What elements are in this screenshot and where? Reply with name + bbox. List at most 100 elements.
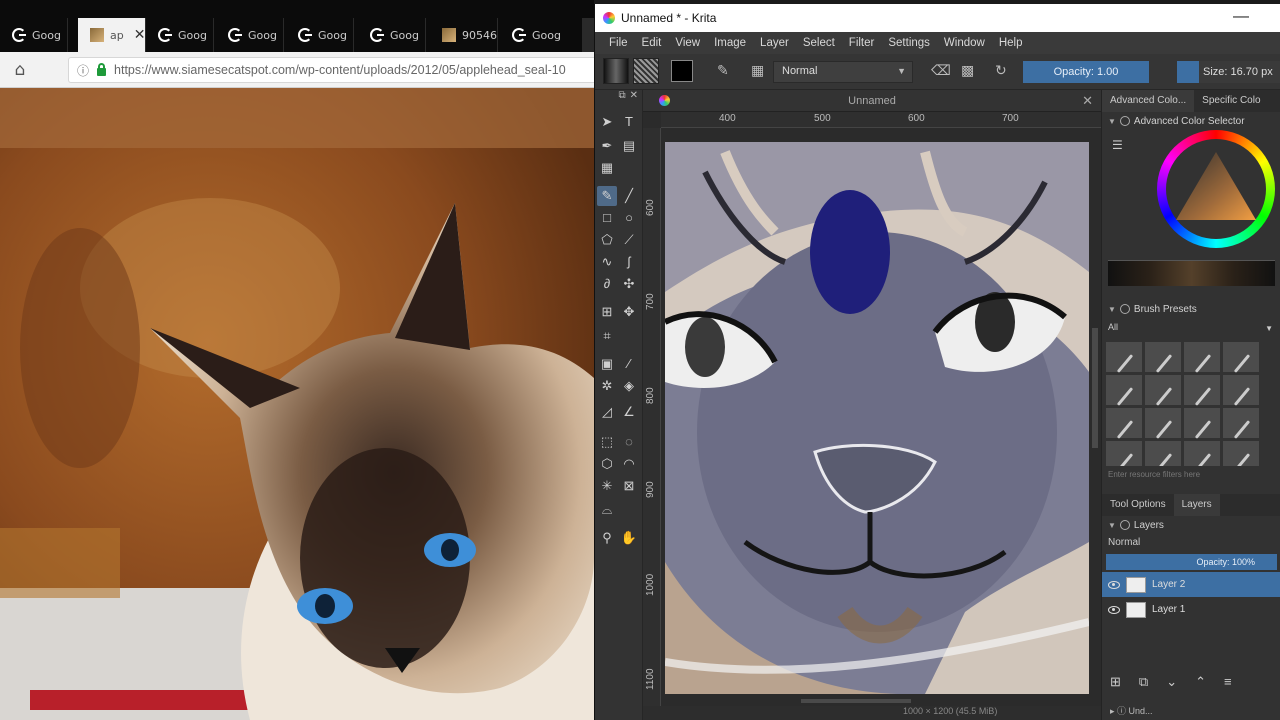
brush-preset[interactable] bbox=[1145, 441, 1181, 466]
close-tab-icon[interactable]: ✕ bbox=[134, 27, 145, 43]
edit-shape-tool-icon[interactable]: ✒ bbox=[597, 136, 617, 156]
menu-settings[interactable]: Settings bbox=[882, 37, 938, 49]
size-slider[interactable]: Size: 16.70 px bbox=[1177, 61, 1280, 83]
brush-preset[interactable] bbox=[1184, 441, 1220, 466]
window-minimize-icon[interactable]: — bbox=[1233, 8, 1249, 26]
menu-layer[interactable]: Layer bbox=[754, 37, 797, 49]
menu-select[interactable]: Select bbox=[797, 37, 843, 49]
layer-properties-icon[interactable]: ≡ bbox=[1224, 674, 1232, 698]
tab-overflow[interactable] bbox=[583, 18, 594, 52]
brush-preset-icon[interactable]: ✎ bbox=[717, 62, 729, 79]
vertical-scrollbar[interactable] bbox=[1089, 128, 1101, 688]
brush-preset[interactable] bbox=[1223, 375, 1259, 405]
ellipse-select-tool-icon[interactable]: ◌ bbox=[619, 432, 639, 452]
pattern-tool-icon[interactable]: ▦ bbox=[597, 158, 617, 178]
bezier-select-tool-icon[interactable]: ⌓ bbox=[597, 500, 617, 520]
brush-preset[interactable] bbox=[1184, 375, 1220, 405]
brush-preset[interactable] bbox=[1106, 441, 1142, 466]
lock-docker-icon[interactable] bbox=[1119, 520, 1130, 530]
contiguous-select-tool-icon[interactable]: ✳ bbox=[597, 476, 617, 496]
browser-tab-active[interactable]: ap ✕ bbox=[78, 18, 146, 52]
info-icon[interactable]: ⓘ bbox=[77, 62, 89, 79]
menu-view[interactable]: View bbox=[669, 37, 708, 49]
visibility-eye-icon[interactable] bbox=[1108, 605, 1120, 614]
tab-tool-options[interactable]: Tool Options bbox=[1102, 494, 1174, 516]
visibility-eye-icon[interactable] bbox=[1108, 580, 1120, 589]
collapse-icon[interactable]: ▼ bbox=[1108, 117, 1116, 126]
move-layer-down-icon[interactable]: ⌄ bbox=[1166, 674, 1177, 698]
freehand-brush-tool-icon[interactable]: ✎ bbox=[597, 186, 617, 206]
preset-search-input[interactable]: Enter resource filters here bbox=[1108, 470, 1275, 484]
color-selector[interactable]: ☰ bbox=[1102, 130, 1280, 260]
multibrush-tool-icon[interactable]: ✣ bbox=[619, 274, 639, 294]
url-text[interactable]: https://www.siamesecatspot.com/wp-conten… bbox=[114, 63, 566, 77]
lock-docker-icon[interactable] bbox=[1119, 304, 1130, 314]
menu-edit[interactable]: Edit bbox=[636, 37, 670, 49]
document-tab-title[interactable]: Unnamed bbox=[643, 95, 1101, 107]
rect-select-tool-icon[interactable]: ⬚ bbox=[597, 432, 617, 452]
menu-help[interactable]: Help bbox=[993, 37, 1031, 49]
measure-tool-icon[interactable]: ∠ bbox=[619, 402, 639, 422]
zoom-tool-icon[interactable]: ⚲ bbox=[597, 528, 617, 548]
brush-preset[interactable] bbox=[1223, 441, 1259, 466]
brush-preset[interactable] bbox=[1184, 342, 1220, 372]
tab-layers[interactable]: Layers bbox=[1173, 494, 1220, 516]
pan-tool-icon[interactable]: ✋ bbox=[619, 528, 639, 548]
polygon-tool-icon[interactable]: ⬠ bbox=[597, 230, 617, 250]
close-icon[interactable]: ✕ bbox=[630, 90, 638, 106]
browser-tab[interactable]: 90546 bbox=[430, 18, 498, 52]
browser-tab[interactable]: Goog bbox=[0, 18, 68, 52]
calligraphy-tool-icon[interactable]: ▤ bbox=[619, 136, 639, 156]
gradient-swatch[interactable] bbox=[603, 58, 629, 84]
menu-window[interactable]: Window bbox=[938, 37, 993, 49]
alpha-lock-icon[interactable]: ▩ bbox=[961, 62, 974, 79]
rectangle-tool-icon[interactable]: □ bbox=[597, 208, 617, 228]
color-shade-strip[interactable] bbox=[1108, 260, 1275, 286]
colorize-mask-tool-icon[interactable]: ✲ bbox=[597, 376, 617, 396]
select-shape-tool-icon[interactable]: ➤ bbox=[597, 112, 617, 132]
brush-preset[interactable] bbox=[1223, 408, 1259, 438]
layer-row[interactable]: Layer 2 bbox=[1102, 572, 1280, 597]
undo-docker-title[interactable]: Und... bbox=[1129, 706, 1153, 716]
menu-filter[interactable]: Filter bbox=[843, 37, 883, 49]
browser-tab[interactable]: Goog bbox=[286, 18, 354, 52]
eraser-icon[interactable]: ⌫ bbox=[931, 62, 951, 79]
foreground-color-swatch[interactable] bbox=[671, 60, 693, 82]
browser-tab[interactable]: Goog bbox=[500, 18, 583, 52]
tab-advanced-color[interactable]: Advanced Colo... bbox=[1102, 90, 1195, 112]
brush-preset[interactable] bbox=[1106, 342, 1142, 372]
move-tool-icon[interactable]: ✥ bbox=[619, 302, 639, 322]
preset-tag-filter[interactable]: All ▼ bbox=[1108, 322, 1275, 338]
horizontal-scrollbar[interactable] bbox=[661, 696, 1089, 706]
home-icon[interactable]: ⌂ bbox=[10, 60, 30, 80]
transform-tool-icon[interactable]: ⊞ bbox=[597, 302, 617, 322]
layer-blend-mode-select[interactable]: Normal bbox=[1102, 534, 1280, 552]
crop-tool-icon[interactable]: ⌗ bbox=[597, 326, 617, 346]
saturation-value-triangle[interactable] bbox=[1174, 148, 1258, 224]
freehand-select-tool-icon[interactable]: ◠ bbox=[619, 454, 639, 474]
float-icon[interactable]: ⧉ bbox=[618, 90, 625, 106]
brush-editor-icon[interactable]: ▦ bbox=[751, 62, 764, 79]
text-tool-icon[interactable]: T bbox=[619, 112, 639, 132]
assistant-tool-icon[interactable]: ◿ bbox=[597, 402, 617, 422]
opacity-slider[interactable]: Opacity: 1.00 bbox=[1023, 61, 1149, 83]
duplicate-layer-icon[interactable]: ⧉ bbox=[1139, 674, 1148, 698]
brush-preset[interactable] bbox=[1184, 408, 1220, 438]
brush-preset[interactable] bbox=[1223, 342, 1259, 372]
menu-image[interactable]: Image bbox=[708, 37, 754, 49]
brush-preset[interactable] bbox=[1106, 375, 1142, 405]
tab-specific-color[interactable]: Specific Colo bbox=[1194, 90, 1268, 112]
color-history-menu-icon[interactable]: ☰ bbox=[1112, 138, 1123, 152]
bezier-tool-icon[interactable]: ∿ bbox=[597, 252, 617, 272]
dynamic-brush-tool-icon[interactable]: ∂ bbox=[597, 274, 617, 294]
color-picker-tool-icon[interactable]: ⁄ bbox=[619, 354, 639, 374]
painting-canvas[interactable] bbox=[665, 142, 1089, 694]
url-field[interactable]: ⓘ https://www.siamesecatspot.com/wp-cont… bbox=[68, 57, 594, 83]
collapse-icon[interactable]: ▼ bbox=[1108, 521, 1116, 530]
menu-file[interactable]: File bbox=[603, 37, 636, 49]
line-tool-icon[interactable]: ╱ bbox=[619, 186, 639, 206]
brush-preset[interactable] bbox=[1145, 408, 1181, 438]
layer-row[interactable]: Layer 1 bbox=[1102, 597, 1280, 622]
close-document-icon[interactable]: ✕ bbox=[1082, 93, 1093, 109]
browser-tab[interactable]: Goog bbox=[216, 18, 284, 52]
